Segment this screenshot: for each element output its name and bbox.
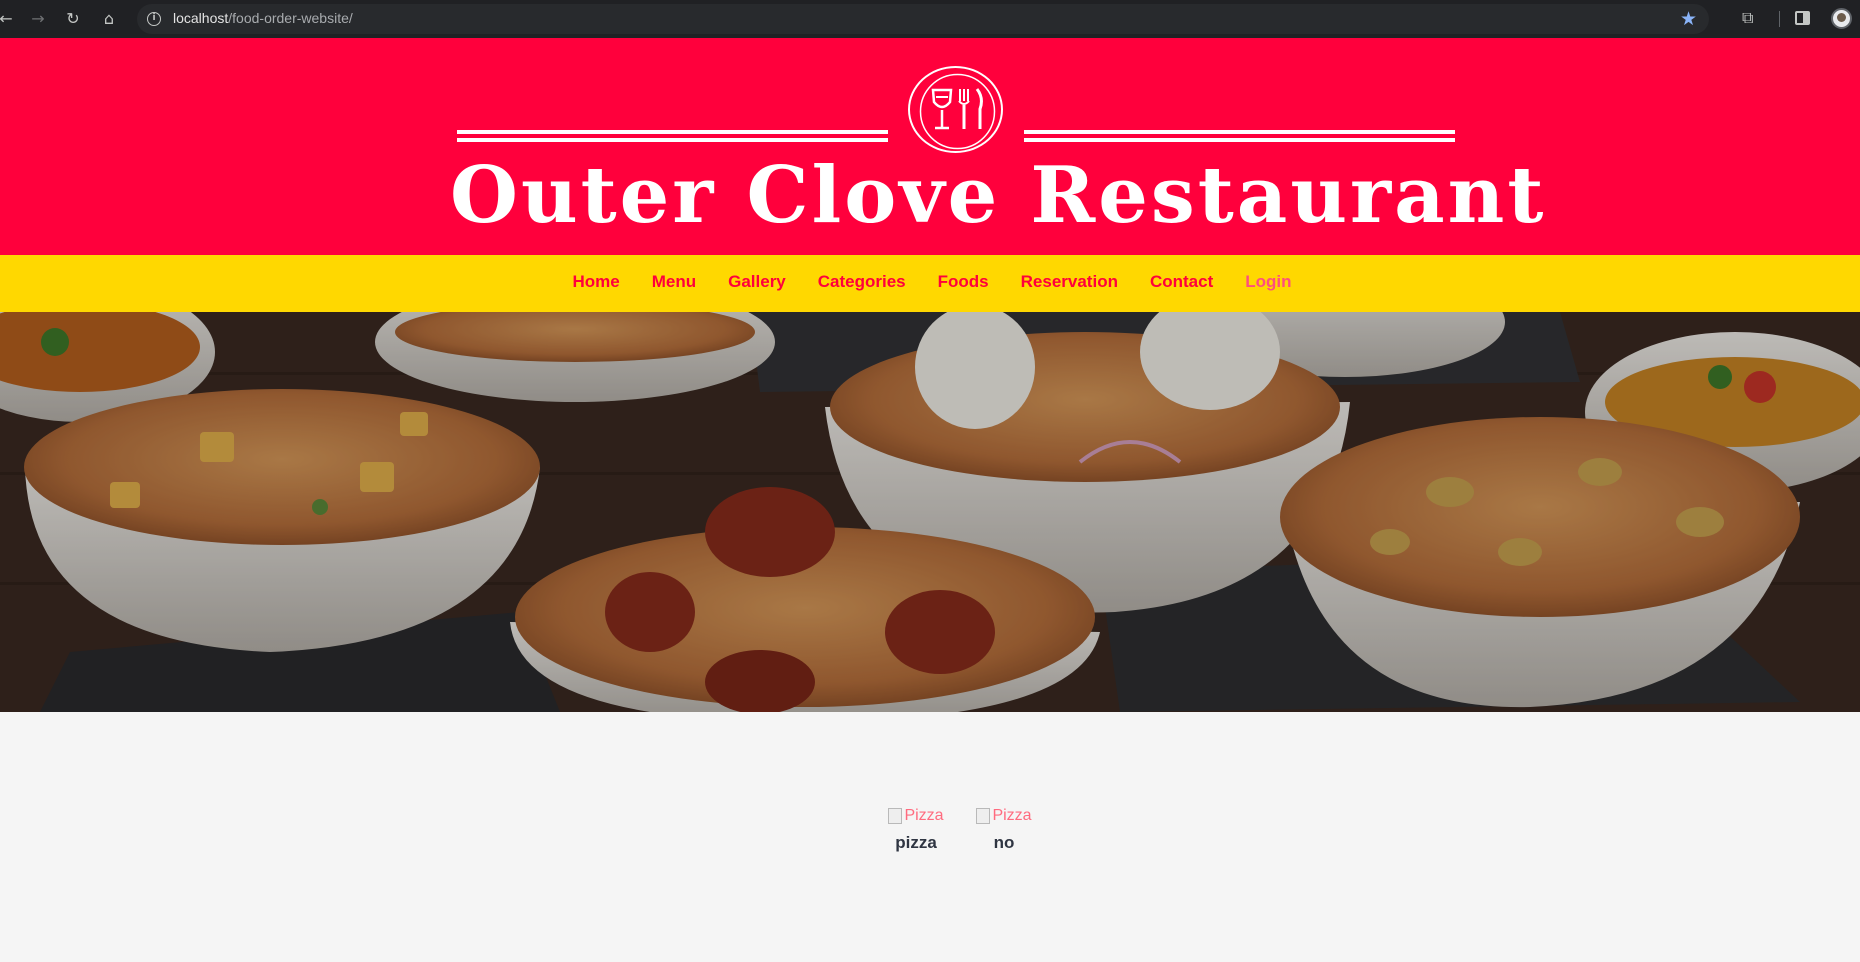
category-card[interactable]: Pizza no [950, 807, 1058, 853]
nav-reservation[interactable]: Reservation [1021, 272, 1118, 291]
hero-banner-image [0, 312, 1860, 712]
main-nav: Home Menu Gallery Categories Foods Reser… [0, 255, 1860, 312]
category-name[interactable]: no [950, 833, 1058, 853]
header-rule-left [457, 130, 888, 142]
reload-icon[interactable]: ↻ [61, 7, 85, 31]
categories-section: Pizza pizza Pizza no [0, 712, 1860, 962]
browser-toolbar: ← → ↻ ⌂ i localhost/food-order-website/ … [0, 0, 1860, 38]
extensions-icon[interactable]: ⧉ [1742, 8, 1762, 28]
header-rule-right [1024, 130, 1455, 142]
broken-image-icon [888, 808, 903, 824]
restaurant-name: Outer Clove Restaurant [450, 150, 1547, 241]
broken-image-icon [976, 808, 991, 824]
restaurant-logo-icon [908, 66, 1003, 153]
back-icon[interactable]: ← [0, 7, 18, 31]
site-header: Outer Clove Restaurant [0, 38, 1860, 255]
home-icon[interactable]: ⌂ [97, 7, 121, 31]
nav-gallery[interactable]: Gallery [728, 272, 786, 291]
category-image-broken[interactable]: Pizza [950, 807, 1058, 825]
toolbar-divider [1779, 11, 1780, 27]
hero-overlay [0, 312, 1860, 712]
nav-contact[interactable]: Contact [1150, 272, 1213, 291]
site-info-icon[interactable]: i [147, 12, 161, 26]
nav-home[interactable]: Home [572, 272, 619, 291]
bookmark-star-icon[interactable]: ★ [1680, 8, 1697, 30]
address-bar[interactable]: i localhost/food-order-website/ ★ [137, 4, 1709, 34]
nav-login[interactable]: Login [1245, 272, 1291, 291]
forward-icon[interactable]: → [26, 7, 50, 31]
url-text[interactable]: localhost/food-order-website/ [173, 10, 353, 26]
nav-categories[interactable]: Categories [818, 272, 906, 291]
nav-menu[interactable]: Menu [652, 272, 696, 291]
side-panel-icon[interactable] [1795, 11, 1810, 25]
profile-avatar[interactable] [1831, 8, 1852, 29]
nav-foods[interactable]: Foods [938, 272, 989, 291]
